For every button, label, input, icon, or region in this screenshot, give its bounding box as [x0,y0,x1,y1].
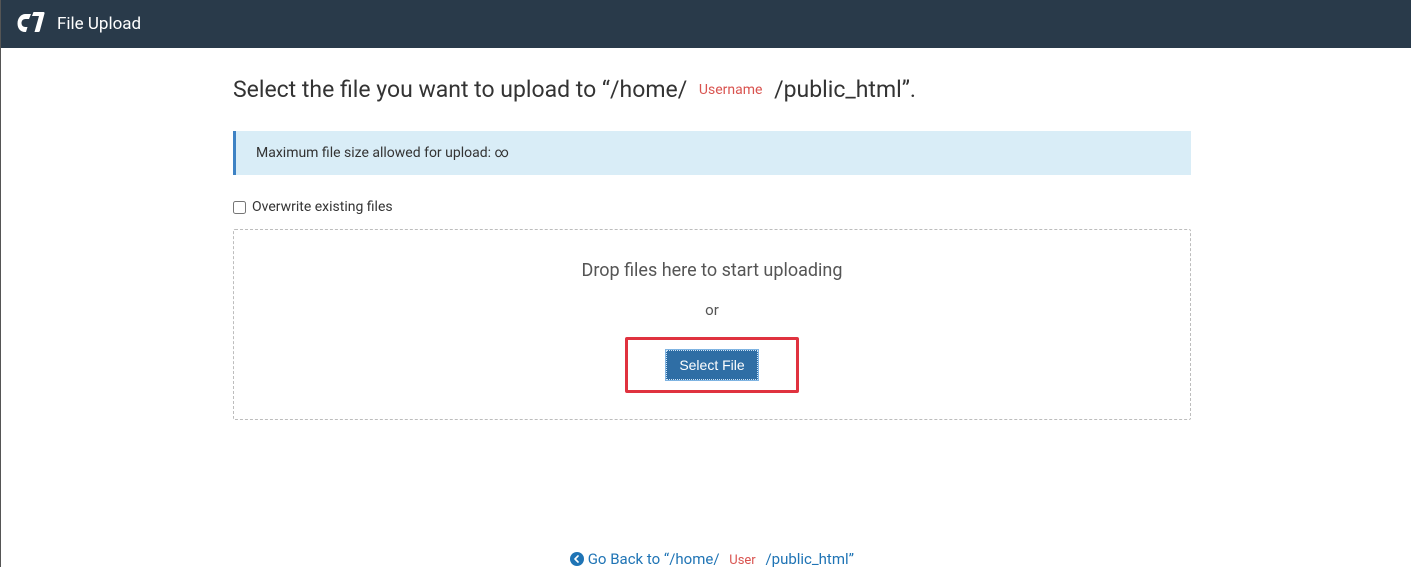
cpanel-logo-icon [17,11,45,37]
go-back-row: Go Back to “/home/ User /public_html” [233,550,1191,568]
heading-suffix: /public_html”. [774,76,916,103]
app-header: File Upload [1,0,1411,48]
notice-text: Maximum file size allowed for upload: ∞ [256,145,509,161]
overwrite-checkbox[interactable] [233,201,246,214]
page-heading: Select the file you want to upload to “/… [233,76,1191,103]
username-placeholder: Username [693,82,769,98]
select-file-button[interactable]: Select File [666,350,757,380]
dropzone-text: Drop files here to start uploading [254,260,1170,281]
go-back-link[interactable]: Go Back to “/home/ [570,550,723,568]
file-dropzone[interactable]: Drop files here to start uploading or Se… [233,229,1191,420]
go-back-link-suffix[interactable]: /public_html” [765,550,854,568]
main-content: Select the file you want to upload to “/… [1,48,1411,568]
heading-prefix: Select the file you want to upload to “/… [233,76,687,103]
header-title: File Upload [57,14,141,34]
overwrite-row[interactable]: Overwrite existing files [233,199,1191,215]
go-back-prefix: Go Back to “/home/ [588,550,720,568]
arrow-left-icon [570,552,584,566]
go-back-user-placeholder: User [723,553,761,568]
max-filesize-notice: Maximum file size allowed for upload: ∞ [233,131,1191,175]
overwrite-label: Overwrite existing files [252,199,393,215]
select-file-highlight: Select File [625,337,798,393]
dropzone-or: or [254,301,1170,319]
go-back-suffix: /public_html” [765,550,854,568]
header-logo-group: File Upload [17,11,141,37]
